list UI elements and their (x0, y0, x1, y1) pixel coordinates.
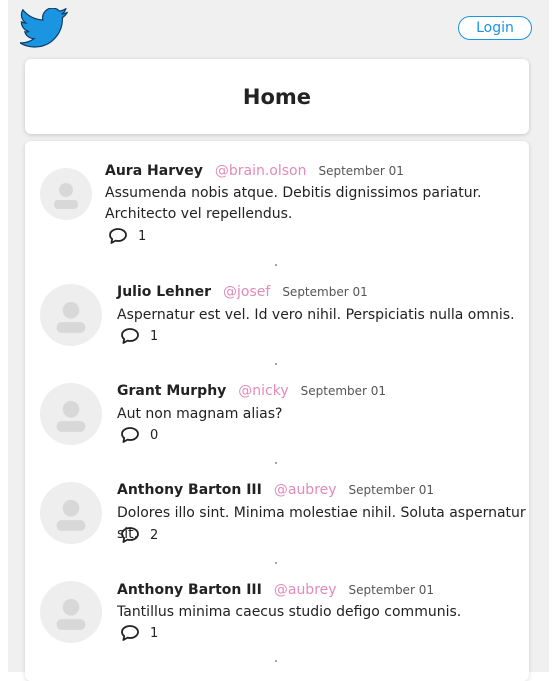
user-placeholder-icon (56, 301, 86, 333)
avatar[interactable] (40, 383, 102, 445)
tweet-text: Tantillus minima caecus studio defigo co… (117, 604, 462, 620)
reply-stats[interactable]: 2 (120, 526, 158, 544)
tweet-text: Aut non magnam alias? (117, 406, 283, 422)
reply-stats[interactable]: 1 (108, 227, 146, 245)
avatar[interactable] (40, 284, 102, 346)
avatar[interactable] (40, 581, 102, 643)
reply-stats[interactable]: 0 (120, 426, 158, 444)
reply-stats[interactable]: 1 (120, 624, 158, 642)
avatar[interactable] (40, 482, 102, 544)
author-handle[interactable]: @brain.olson (215, 163, 307, 179)
author-name[interactable]: Aura Harvey (105, 163, 203, 179)
reply-count: 2 (150, 527, 159, 543)
page-header: Home (25, 59, 529, 134)
tweet-date: September 01 (282, 285, 368, 299)
tweet-text: Aspernatur est vel. Id vero nihil. Persp… (117, 307, 515, 323)
reply-count: 1 (138, 228, 147, 244)
comment-icon[interactable] (120, 526, 140, 544)
author-name[interactable]: Anthony Barton III (117, 482, 262, 498)
author-name[interactable]: Grant Murphy (117, 383, 226, 399)
user-placeholder-icon (56, 598, 86, 630)
author-handle[interactable]: @josef (223, 284, 270, 300)
tweet-date: September 01 (348, 483, 434, 497)
author-handle[interactable]: @aubrey (274, 482, 337, 498)
login-button[interactable]: Login (458, 16, 532, 40)
page-title: Home (242, 84, 312, 109)
tweet-date: September 01 (318, 164, 404, 178)
divider (275, 660, 277, 662)
user-placeholder-icon (56, 499, 86, 531)
user-placeholder-icon (54, 183, 78, 209)
tweet-date: September 01 (348, 583, 434, 597)
tweet-date: September 01 (300, 384, 387, 398)
tweet-text: Assumenda nobis atque. Debitis dignissim… (105, 185, 482, 222)
tweet-text: Dolores illo sint. Minima molestiae nihi… (117, 505, 526, 542)
tweet-item[interactable]: Anthony Barton III @aubrey September 01 Ta… (25, 564, 529, 664)
comment-icon[interactable] (108, 227, 128, 245)
comment-icon[interactable] (120, 426, 140, 444)
twitter-bird-icon[interactable] (20, 8, 68, 48)
author-name[interactable]: Anthony Barton III (117, 582, 262, 598)
author-name[interactable]: Julio Lehner (117, 284, 211, 300)
top-bar: Login (0, 0, 557, 56)
reply-stats[interactable]: 1 (120, 327, 158, 345)
tweet-feed: Aura Harvey @brain.olson September 01 Assu… (25, 141, 529, 681)
comment-icon[interactable] (120, 624, 140, 642)
reply-count: 1 (150, 625, 159, 641)
user-placeholder-icon (56, 400, 86, 432)
tweet-item[interactable]: Anthony Barton III @aubrey September 01 Do… (25, 464, 529, 564)
author-handle[interactable]: @aubrey (274, 582, 337, 598)
avatar[interactable] (40, 168, 92, 220)
author-handle[interactable]: @nicky (238, 383, 288, 399)
tweet-item[interactable]: Julio Lehner @josef September 01 Aspernatu… (25, 266, 529, 365)
reply-count: 0 (150, 427, 159, 443)
tweet-item[interactable]: Aura Harvey @brain.olson September 01 Assu… (25, 141, 529, 266)
comment-icon[interactable] (120, 327, 140, 345)
tweet-item[interactable]: Grant Murphy @nicky September 01 Aut non m… (25, 365, 529, 464)
reply-count: 1 (150, 328, 159, 344)
